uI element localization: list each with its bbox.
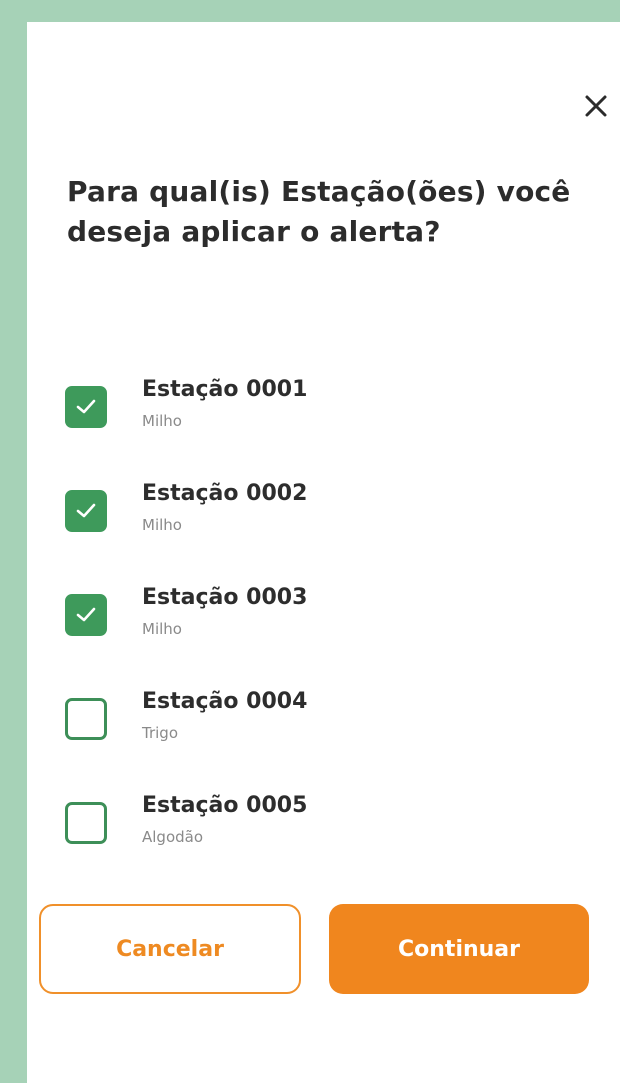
- modal-title: Para qual(is) Estação(ões) você deseja a…: [67, 175, 571, 248]
- station-checkbox[interactable]: [65, 802, 107, 844]
- station-crop: Milho: [142, 516, 182, 534]
- station-list: Estação 0001 Milho Estação 0002 Milho Es…: [65, 362, 585, 882]
- station-crop: Algodão: [142, 828, 204, 846]
- station-item[interactable]: Estação 0002 Milho: [65, 466, 585, 570]
- station-item[interactable]: Estação 0001 Milho: [65, 362, 585, 466]
- station-name: Estação 0002: [142, 481, 308, 506]
- close-icon: [585, 95, 607, 117]
- station-item[interactable]: Estação 0004 Trigo: [65, 674, 585, 778]
- continue-button[interactable]: Continuar: [329, 904, 589, 994]
- station-crop: Trigo: [142, 724, 178, 742]
- station-crop: Milho: [142, 620, 182, 638]
- station-checkbox[interactable]: [65, 594, 107, 636]
- station-name: Estação 0004: [142, 689, 308, 714]
- check-icon: [76, 607, 96, 622]
- cancel-button[interactable]: Cancelar: [39, 904, 301, 994]
- station-item[interactable]: Estação 0005 Algodão: [65, 778, 585, 882]
- station-checkbox[interactable]: [65, 490, 107, 532]
- station-item[interactable]: Estação 0003 Milho: [65, 570, 585, 674]
- station-name: Estação 0003: [142, 585, 308, 610]
- check-icon: [76, 399, 96, 414]
- station-checkbox[interactable]: [65, 698, 107, 740]
- station-checkbox[interactable]: [65, 386, 107, 428]
- station-name: Estação 0001: [142, 377, 308, 402]
- close-button[interactable]: [582, 92, 610, 120]
- station-name: Estação 0005: [142, 793, 308, 818]
- check-icon: [76, 503, 96, 518]
- station-crop: Milho: [142, 412, 182, 430]
